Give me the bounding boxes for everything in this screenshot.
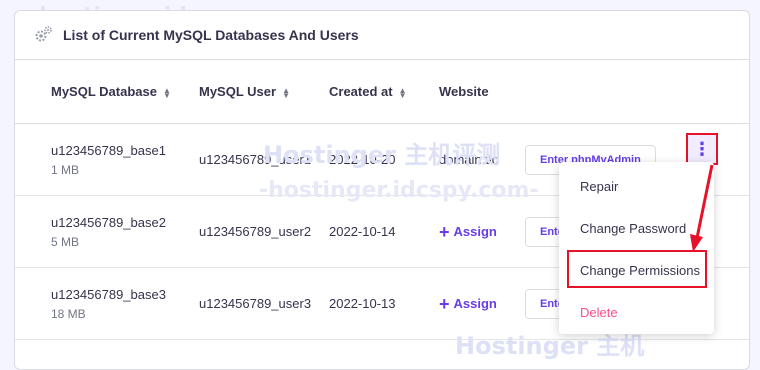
card-title: List of Current MySQL Databases And User… — [63, 27, 359, 43]
cell-created: 2022-10-14 — [329, 195, 439, 268]
cell-website: + Assign — [439, 267, 525, 340]
col-header-user[interactable]: MySQL User ▲ ▼ — [199, 60, 329, 124]
col-header-website: Website — [439, 60, 525, 124]
cell-user: u123456789_user2 — [199, 195, 329, 268]
card-header: List of Current MySQL Databases And User… — [15, 11, 749, 60]
more-options-button[interactable]: ⋮ — [686, 133, 718, 165]
cell-database: u123456789_base3 18 MB — [15, 267, 199, 340]
kebab-menu-icon: ⋮ — [693, 139, 711, 159]
cell-created: 2022-10-13 — [329, 267, 439, 340]
menu-item-delete[interactable]: Delete — [580, 305, 618, 320]
cell-user: u123456789_user3 — [199, 267, 329, 340]
table-header-row: MySQL Database ▲ ▼ MySQL User ▲ ▼ Created at… — [15, 60, 749, 124]
plus-icon: + — [439, 293, 450, 314]
cell-website: domain.tld — [439, 123, 525, 196]
db-size: 18 MB — [51, 306, 86, 321]
db-size: 1 MB — [51, 162, 80, 177]
col-header-created[interactable]: Created at ▲ ▼ — [329, 60, 439, 124]
assign-website-link[interactable]: + Assign — [439, 223, 497, 241]
db-size: 5 MB — [51, 234, 80, 249]
sort-icon[interactable]: ▲ ▼ — [282, 86, 290, 99]
highlight-box — [567, 250, 707, 288]
plus-icon: + — [439, 221, 450, 242]
row-options-menu: Repair Change Password Change Permission… — [559, 162, 714, 334]
cell-database: u123456789_base2 5 MB — [15, 195, 199, 268]
cell-user: u123456789_user1 — [199, 123, 329, 196]
sort-icon[interactable]: ▲ ▼ — [399, 86, 407, 99]
menu-item-repair[interactable]: Repair — [580, 179, 618, 194]
cell-created: 2022-10-20 — [329, 123, 439, 196]
sort-icon[interactable]: ▲ ▼ — [163, 86, 171, 99]
col-header-database[interactable]: MySQL Database ▲ ▼ — [15, 60, 199, 124]
col-header-actions — [525, 60, 749, 124]
cell-website: + Assign — [439, 195, 525, 268]
cell-database: u123456789_base1 1 MB — [15, 123, 199, 196]
menu-item-change-password[interactable]: Change Password — [580, 221, 686, 236]
gears-icon — [35, 26, 52, 42]
assign-website-link[interactable]: + Assign — [439, 295, 497, 313]
